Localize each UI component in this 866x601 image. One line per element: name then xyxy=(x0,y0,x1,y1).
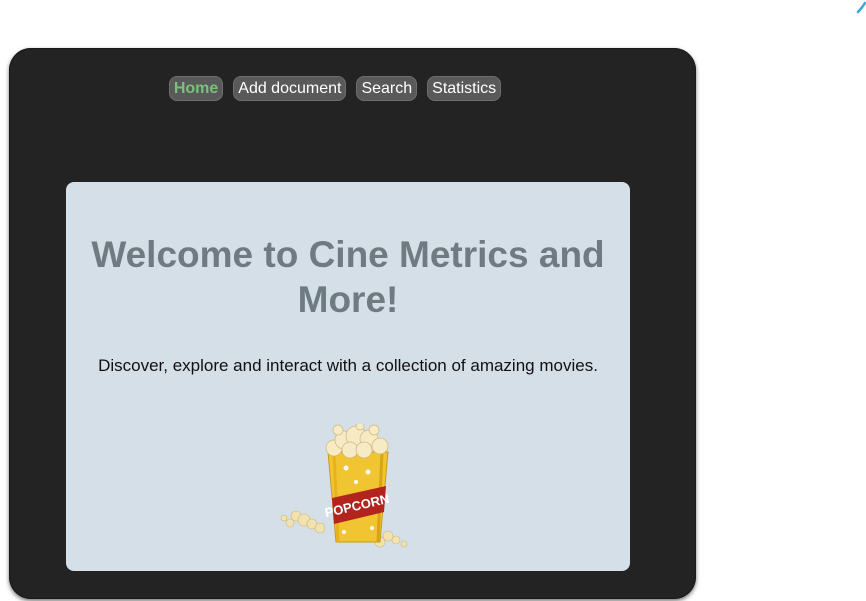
nav-statistics-button[interactable]: Statistics xyxy=(427,76,502,101)
welcome-panel: Welcome to Cine Metrics and More! Discov… xyxy=(66,182,630,571)
nav-home-button[interactable]: Home xyxy=(168,76,224,101)
app-window: Home Add document Search Statistics Welc… xyxy=(9,48,696,599)
corner-accent-icon xyxy=(856,1,866,14)
nav-search-button[interactable]: Search xyxy=(356,76,418,101)
popcorn-bucket-icon: POPCORN xyxy=(280,424,408,548)
main-nav: Home Add document Search Statistics xyxy=(9,76,696,101)
nav-add-document-button[interactable]: Add document xyxy=(233,76,347,101)
tagline-text: Discover, explore and interact with a co… xyxy=(98,356,598,375)
page-title: Welcome to Cine Metrics and More! xyxy=(91,234,605,320)
